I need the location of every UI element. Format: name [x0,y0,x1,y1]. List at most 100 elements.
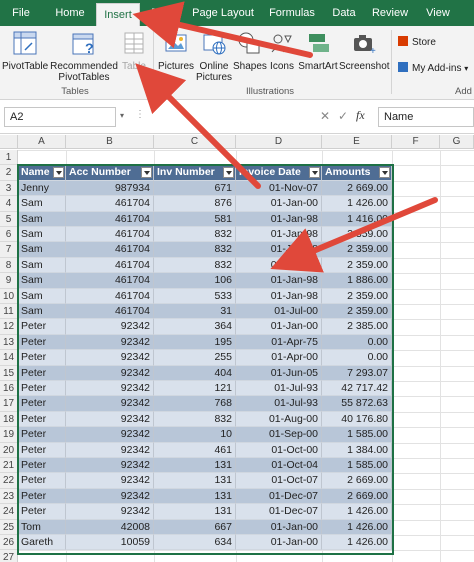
table-button[interactable]: Table [118,30,150,72]
table-cell[interactable]: 42008 [66,519,154,535]
table-cell[interactable]: Peter [18,319,66,335]
chevron-down-icon[interactable]: ▾ [120,111,124,120]
filter-dropdown-icon[interactable] [223,167,234,179]
table-cell[interactable]: 671 [154,180,236,197]
table-cell[interactable]: Peter [18,334,66,351]
table-cell[interactable]: 92342 [66,473,154,489]
table-cell[interactable]: Sam [18,257,66,274]
row-header[interactable]: 19 [0,427,18,443]
table-cell[interactable]: 92342 [66,442,154,458]
table-cell[interactable]: 01-Oct-07 [236,473,322,489]
table-cell[interactable]: 1 426.00 [322,519,392,535]
table-cell[interactable]: 461704 [66,288,154,304]
table-cell[interactable]: 2 385.00 [322,319,392,335]
table-cell[interactable]: 92342 [66,334,154,351]
table-cell[interactable]: Sam [18,211,66,227]
table-cell[interactable]: 832 [154,227,236,243]
table-cell[interactable]: 01-Dec-07 [236,488,322,505]
table-cell[interactable]: 10059 [66,535,154,551]
table-cell[interactable]: 92342 [66,427,154,443]
table-cell[interactable]: 106 [154,273,236,289]
table-cell[interactable]: 01-Jul-00 [236,304,322,320]
table-cell[interactable]: 364 [154,319,236,335]
table-cell[interactable]: 461 [154,442,236,458]
formula-input[interactable]: Name [378,107,474,127]
table-cell[interactable]: Sam [18,242,66,258]
tab-view[interactable]: View [420,0,456,26]
filter-dropdown-icon[interactable] [379,167,390,179]
table-cell[interactable]: 121 [154,381,236,397]
row-header[interactable]: 15 [0,365,18,381]
table-cell[interactable]: Sam [18,227,66,243]
row-header[interactable]: 7 [0,242,18,258]
table-cell[interactable]: 7 293.07 [322,365,392,381]
table-cell[interactable]: 987934 [66,180,154,197]
table-cell[interactable]: Sam [18,273,66,289]
row-header[interactable]: 11 [0,304,18,320]
table-cell[interactable]: 01-Jan-00 [236,196,322,212]
table-cell[interactable]: Sam [18,304,66,320]
table-cell[interactable]: 1 426.00 [322,504,392,520]
table-cell[interactable]: Peter [18,488,66,505]
table-cell[interactable]: 92342 [66,396,154,412]
table-cell[interactable]: Peter [18,442,66,458]
table-cell[interactable]: 92342 [66,504,154,520]
row-header[interactable]: 21 [0,458,18,474]
row-header[interactable]: 16 [0,381,18,397]
table-cell[interactable]: 2 669.00 [322,180,392,197]
tab-page-layout[interactable]: Page Layout [190,0,256,26]
row-header[interactable]: 27 [0,550,18,562]
tab-data[interactable]: Data [326,0,362,26]
table-cell[interactable]: 01-Nov-07 [236,180,322,197]
table-cell[interactable]: 01-Jan-98 [236,273,322,289]
my-addins-button[interactable]: My Add-ins ▾ [398,62,468,74]
table-cell[interactable]: 1 585.00 [322,427,392,443]
table-cell[interactable]: 01-Jan-98 [236,211,322,227]
table-cell[interactable]: 461704 [66,211,154,227]
cancel-icon[interactable]: ✕ [320,109,330,123]
table-cell[interactable]: 131 [154,488,236,505]
table-cell[interactable]: Peter [18,411,66,428]
table-cell[interactable]: 404 [154,365,236,381]
table-cell[interactable]: 461704 [66,227,154,243]
table-cell[interactable]: 876 [154,196,236,212]
table-cell[interactable]: 461704 [66,257,154,274]
table-cell[interactable]: 581 [154,211,236,227]
table-cell[interactable]: 1 426.00 [322,196,392,212]
table-cell[interactable]: 92342 [66,458,154,474]
screenshot-button[interactable]: + Screenshot [339,30,390,72]
table-cell[interactable]: 131 [154,458,236,474]
table-cell[interactable]: 0.00 [322,350,392,366]
table-cell[interactable]: 131 [154,473,236,489]
row-header[interactable]: 3 [0,180,18,197]
row-header[interactable]: 10 [0,288,18,304]
table-cell[interactable]: 195 [154,334,236,351]
tab-review[interactable]: Review [368,0,412,26]
column-header-g[interactable]: G [440,135,474,149]
table-cell[interactable]: 01-Apr-75 [236,334,322,351]
table-cell[interactable]: 92342 [66,381,154,397]
table-cell[interactable]: 2 359.00 [322,304,392,320]
row-header[interactable]: 22 [0,473,18,489]
table-cell[interactable]: 2 359.00 [322,288,392,304]
row-header[interactable]: 13 [0,334,18,351]
row-header[interactable]: 1 [0,150,18,166]
table-cell[interactable]: 1 426.00 [322,535,392,551]
table-cell[interactable]: Sam [18,288,66,304]
row-header[interactable]: 9 [0,273,18,289]
icons-button[interactable]: Icons [267,30,297,72]
tab-home[interactable]: Home [46,0,94,26]
column-header-c[interactable]: C [154,135,236,149]
table-cell[interactable]: 01-Oct-00 [236,442,322,458]
table-cell[interactable]: 2 669.00 [322,488,392,505]
select-all-corner[interactable] [0,135,18,149]
table-cell[interactable]: 0.00 [322,334,392,351]
table-cell[interactable]: 255 [154,350,236,366]
table-cell[interactable]: 131 [154,504,236,520]
table-cell[interactable]: 92342 [66,350,154,366]
table-cell[interactable]: Peter [18,381,66,397]
table-cell[interactable]: Peter [18,458,66,474]
row-header[interactable]: 8 [0,257,18,274]
pictures-button[interactable]: Pictures [157,30,195,72]
table-cell[interactable]: 768 [154,396,236,412]
